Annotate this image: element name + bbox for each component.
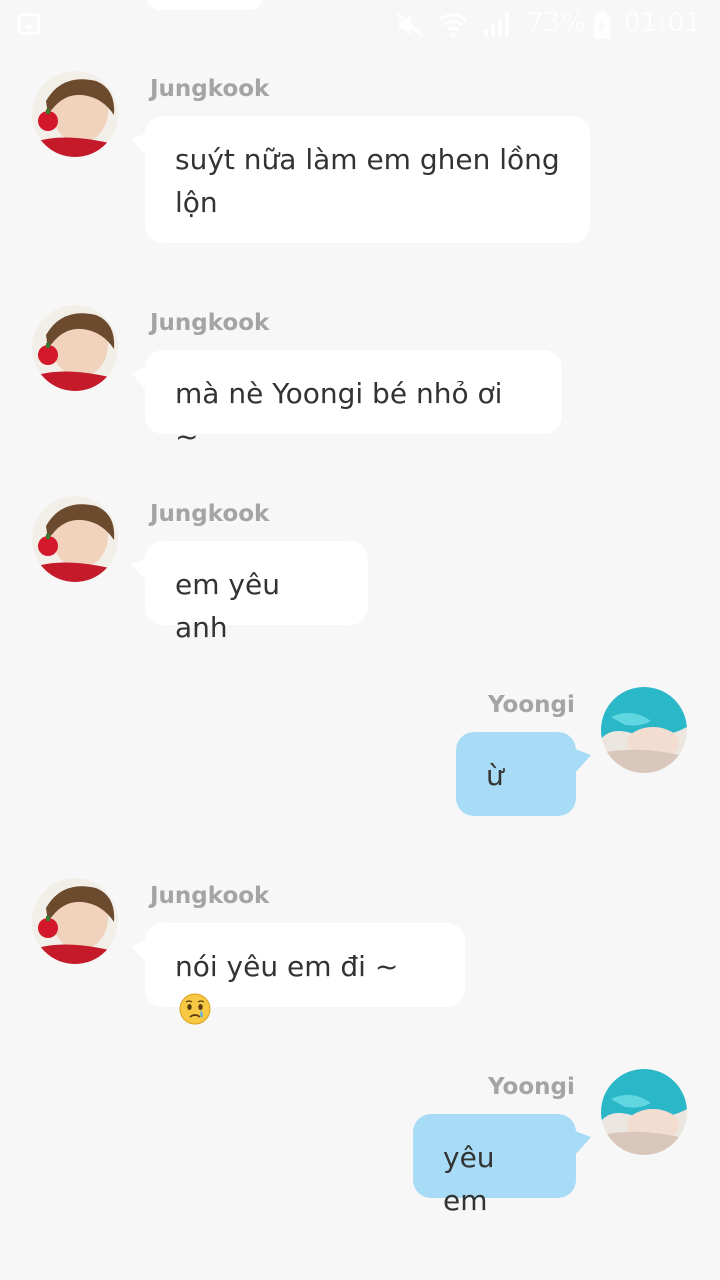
message-bubble-incoming[interactable]: em yêu anh xyxy=(145,541,368,644)
signal-icon xyxy=(482,12,512,38)
avatar-jungkook[interactable] xyxy=(32,71,118,157)
sender-name: Jungkook xyxy=(150,501,270,527)
message-text: mà nè Yoongi bé nhỏ ơi ~ xyxy=(175,377,503,453)
message-text: ừ xyxy=(486,759,504,792)
message-text: suýt nữa làm em ghen lồng lộn xyxy=(175,143,560,219)
clock: 01:01 xyxy=(624,8,702,38)
previous-message-bubble[interactable] xyxy=(146,0,264,10)
bubble-tail xyxy=(575,1125,591,1155)
battery-percentage: 73% xyxy=(527,8,587,38)
wifi-icon xyxy=(438,12,468,38)
avatar-jungkook[interactable] xyxy=(32,305,118,391)
message-text: nói yêu em đi ~ xyxy=(175,950,399,983)
sender-name: Yoongi xyxy=(488,692,575,718)
sender-name: Jungkook xyxy=(150,310,270,336)
message-bubble-incoming[interactable]: nói yêu em đi ~ xyxy=(145,923,465,1025)
message-text: em yêu anh xyxy=(175,568,280,644)
message-bubble-outgoing[interactable]: yêu em xyxy=(413,1114,576,1217)
avatar-jungkook[interactable] xyxy=(32,878,118,964)
chat-screen: 73% 01:01 Jungkook suýt nữa làm em ghen … xyxy=(0,0,720,1280)
message-bubble-incoming[interactable]: mà nè Yoongi bé nhỏ ơi ~ xyxy=(145,350,562,453)
sender-name: Jungkook xyxy=(150,76,270,102)
sender-name: Jungkook xyxy=(150,883,270,909)
status-bar: 73% 01:01 xyxy=(0,0,720,50)
message-bubble-incoming[interactable]: suýt nữa làm em ghen lồng lộn xyxy=(145,116,590,243)
crying-face-emoji-icon xyxy=(179,993,211,1025)
sender-name: Yoongi xyxy=(488,1074,575,1100)
mute-icon xyxy=(396,12,424,38)
avatar-yoongi[interactable] xyxy=(601,687,687,773)
battery-charging-icon xyxy=(593,12,611,40)
bubble-tail xyxy=(575,743,591,773)
message-bubble-outgoing[interactable]: ừ xyxy=(456,732,576,816)
avatar-jungkook[interactable] xyxy=(32,496,118,582)
avatar-yoongi[interactable] xyxy=(601,1069,687,1155)
gallery-notification-icon xyxy=(18,13,40,35)
message-text: yêu em xyxy=(443,1141,495,1217)
